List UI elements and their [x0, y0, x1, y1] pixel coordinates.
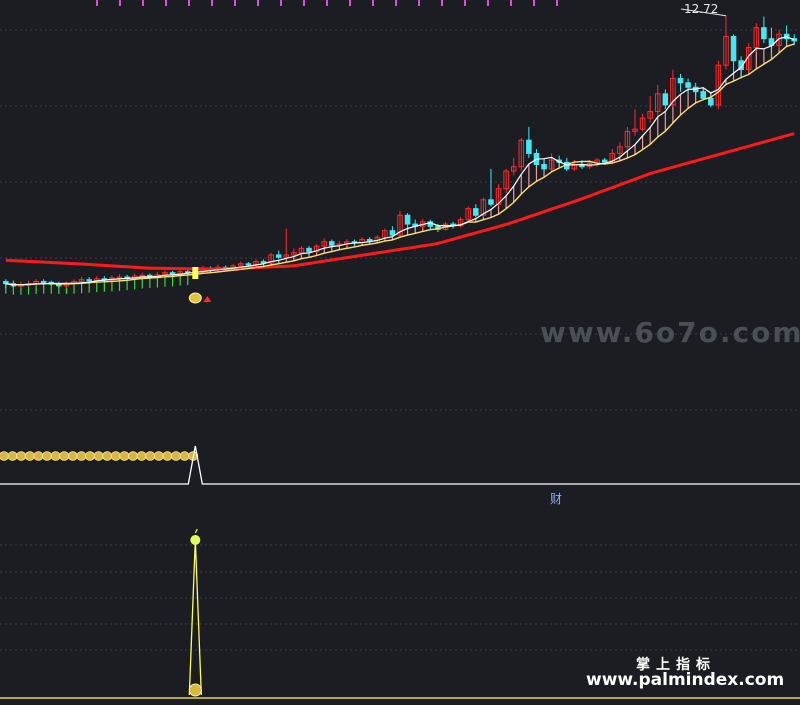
coin-icon: [67, 451, 78, 461]
coin-icon: [24, 451, 35, 461]
top-tick: [188, 0, 190, 6]
top-tick: [395, 0, 397, 6]
top-tick: [303, 0, 305, 6]
candle-body: [275, 254, 282, 258]
top-tick: [234, 0, 236, 6]
top-tick: [119, 0, 121, 6]
candle-body: [761, 27, 767, 40]
top-tick: [533, 0, 535, 6]
stock-chart: [0, 0, 800, 705]
coin-icon: [50, 451, 61, 461]
coin-icon: [7, 451, 18, 461]
money-bag-icon: [188, 683, 202, 697]
coin-icon: [153, 451, 164, 461]
candle-body: [541, 163, 547, 170]
candle-body: [328, 241, 335, 246]
top-tick: [372, 0, 374, 6]
coin-icon: [136, 451, 147, 461]
candle-body: [601, 159, 608, 163]
coin-icon: [42, 451, 53, 461]
price-high-label: 12.72: [684, 2, 719, 16]
top-tick: [280, 0, 282, 6]
coin-icon: [93, 451, 104, 461]
top-tick: [142, 0, 144, 6]
coin-icon: [119, 451, 130, 461]
candle-body: [662, 93, 669, 106]
top-tick: [257, 0, 259, 6]
indicator-label: 财: [550, 492, 563, 506]
candle-body: [473, 208, 479, 216]
top-tick: [556, 0, 558, 6]
coin-icon: [16, 451, 27, 461]
coin-icon: [170, 451, 181, 461]
spike-top-dot: [190, 535, 201, 545]
top-tick-marks: [96, 0, 558, 6]
coin-icon: [102, 451, 113, 461]
candle-body: [366, 239, 373, 242]
top-tick: [326, 0, 328, 6]
top-tick: [441, 0, 443, 6]
top-tick: [464, 0, 466, 6]
top-tick: [349, 0, 351, 6]
coin-icon: [162, 451, 173, 461]
candle-body: [389, 230, 396, 236]
candle-body: [245, 263, 252, 266]
coin-icon: [110, 451, 121, 461]
top-tick: [487, 0, 489, 6]
candle-body: [730, 35, 737, 62]
candle-body: [708, 97, 714, 106]
top-tick: [418, 0, 420, 6]
coin-icon: [76, 451, 87, 461]
watermark-url: www.palmindex.com: [586, 670, 785, 690]
candle-body: [306, 247, 312, 252]
top-tick: [510, 0, 512, 6]
coin-icon: [0, 451, 9, 461]
coin-icon: [179, 451, 190, 461]
coin-icon: [33, 451, 44, 461]
candle-body: [677, 77, 684, 84]
candle-body: [40, 280, 47, 284]
candle-body: [86, 279, 92, 282]
top-tick: [96, 0, 98, 6]
top-tick: [165, 0, 167, 6]
signal-coin: [188, 292, 202, 304]
coin-icon: [59, 451, 70, 461]
candle-body: [700, 91, 707, 99]
candle-body: [685, 82, 691, 88]
signal-bar: [192, 267, 199, 279]
candle-body: [488, 199, 494, 205]
watermark-center: www.6o7o.com: [540, 316, 800, 349]
top-tick: [211, 0, 213, 6]
coin-icon: [145, 451, 156, 461]
candle-body: [404, 214, 411, 225]
coin-icon: [127, 451, 138, 461]
candle-body: [526, 139, 532, 154]
coin-icon: [85, 451, 96, 461]
